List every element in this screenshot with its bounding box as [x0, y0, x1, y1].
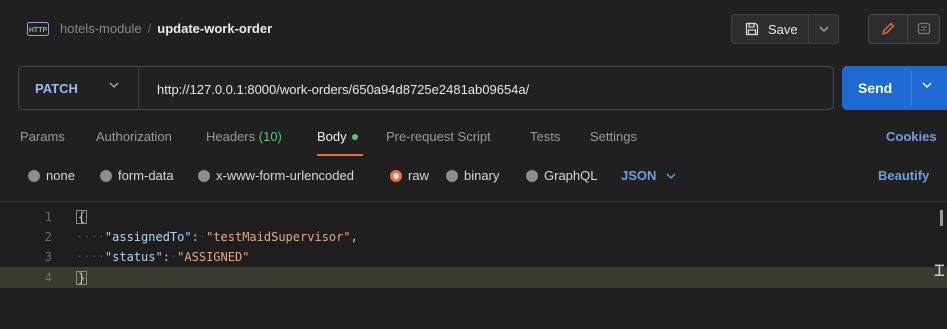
request-header: HTTP hotels-module / update-work-order Sav…: [0, 0, 947, 58]
radio-label: GraphQL: [544, 168, 598, 183]
chevron-down-icon: [109, 82, 119, 88]
edit-button[interactable]: [868, 14, 908, 44]
line-number: 4: [44, 271, 52, 285]
editor-line-active: 4 }: [0, 267, 947, 288]
radio-circle: [446, 169, 458, 182]
tab-body-label: Body: [317, 129, 347, 144]
tab-pre-request-script[interactable]: Pre-request Script: [386, 129, 491, 144]
save-options-button[interactable]: [809, 14, 839, 44]
line-number: 3: [44, 250, 52, 264]
tab-settings[interactable]: Settings: [590, 129, 637, 144]
breadcrumb-separator: /: [147, 21, 152, 36]
request-name[interactable]: update-work-order: [157, 21, 272, 36]
body-indicator-dot: [351, 133, 358, 140]
json-key: "assignedTo": [104, 230, 192, 244]
json-value: "testMaidSupervisor": [206, 230, 351, 244]
editor-line: 3 ····"status":·"ASSIGNED": [0, 248, 947, 266]
line-number: 2: [44, 230, 52, 244]
headers-count: (10): [258, 129, 282, 144]
comments-button[interactable]: [908, 14, 940, 44]
editor-scrollbar[interactable]: [940, 210, 943, 226]
send-divider: [911, 70, 912, 106]
radio-circle: [198, 169, 210, 182]
json-value: "ASSIGNED": [177, 250, 250, 264]
save-button[interactable]: Save: [731, 14, 809, 44]
radio-x-www-form-urlencoded[interactable]: x-www-form-urlencoded: [198, 168, 354, 183]
radio-label: raw: [408, 168, 429, 183]
radio-circle: [28, 169, 40, 182]
radio-circle-checked: [390, 169, 402, 182]
radio-circle: [526, 169, 538, 182]
radio-circle: [100, 169, 112, 182]
save-label: Save: [768, 21, 798, 37]
text-cursor-icon: ⌶: [934, 260, 945, 281]
tab-params[interactable]: Params: [20, 129, 65, 144]
tab-headers-label: Headers: [206, 129, 256, 144]
method-label: PATCH: [35, 80, 78, 96]
svg-text:HTTP: HTTP: [29, 27, 48, 34]
breadcrumb-collection[interactable]: hotels-module: [60, 21, 142, 36]
tab-headers[interactable]: Headers (10): [206, 129, 282, 144]
breadcrumb: hotels-module / update-work-order: [60, 21, 272, 36]
send-label: Send: [858, 80, 893, 96]
radio-form-data[interactable]: form-data: [100, 168, 174, 183]
comment-icon: [917, 22, 930, 35]
radio-label: x-www-form-urlencoded: [216, 168, 354, 183]
save-icon: [745, 22, 759, 36]
radio-binary[interactable]: binary: [446, 168, 499, 183]
radio-none[interactable]: none: [28, 168, 75, 183]
body-editor[interactable]: 1 { 2 ····"assignedTo":·"testMaidSupervi…: [0, 202, 947, 329]
code-line: {: [76, 210, 88, 224]
cookies-link[interactable]: Cookies: [886, 129, 937, 144]
url-bar: PATCH: [18, 66, 834, 110]
radio-label: binary: [464, 168, 500, 183]
radio-label: none: [46, 168, 75, 183]
code-line: }: [76, 271, 88, 285]
json-key: "status": [104, 250, 163, 264]
tab-tests[interactable]: Tests: [530, 129, 560, 144]
active-tab-underline: [317, 154, 363, 156]
editor-line: 2 ····"assignedTo":·"testMaidSupervisor"…: [0, 228, 947, 246]
close-brace: }: [76, 271, 88, 285]
chevron-down-icon: [819, 26, 828, 32]
method-select[interactable]: PATCH: [19, 67, 139, 109]
beautify-link[interactable]: Beautify: [878, 168, 929, 183]
format-select[interactable]: JSON: [621, 168, 676, 183]
open-brace: {: [76, 210, 88, 224]
radio-graphql[interactable]: GraphQL: [526, 168, 597, 183]
radio-raw[interactable]: raw: [390, 168, 429, 183]
pencil-icon: [882, 22, 895, 35]
editor-line: 1 {: [0, 208, 947, 226]
url-input[interactable]: [157, 80, 817, 98]
radio-label: form-data: [118, 168, 174, 183]
tab-body[interactable]: Body: [317, 129, 358, 144]
http-icon: HTTP: [27, 22, 49, 36]
send-options-chevron-icon[interactable]: [922, 82, 932, 88]
format-select-value: JSON: [621, 168, 657, 183]
send-button[interactable]: Send: [842, 66, 947, 110]
code-line: ····"status":·"ASSIGNED": [76, 250, 250, 264]
tab-authorization[interactable]: Authorization: [96, 129, 172, 144]
chevron-down-icon: [666, 173, 676, 179]
code-line: ····"assignedTo":·"testMaidSupervisor",: [76, 230, 358, 244]
line-number: 1: [44, 210, 52, 224]
